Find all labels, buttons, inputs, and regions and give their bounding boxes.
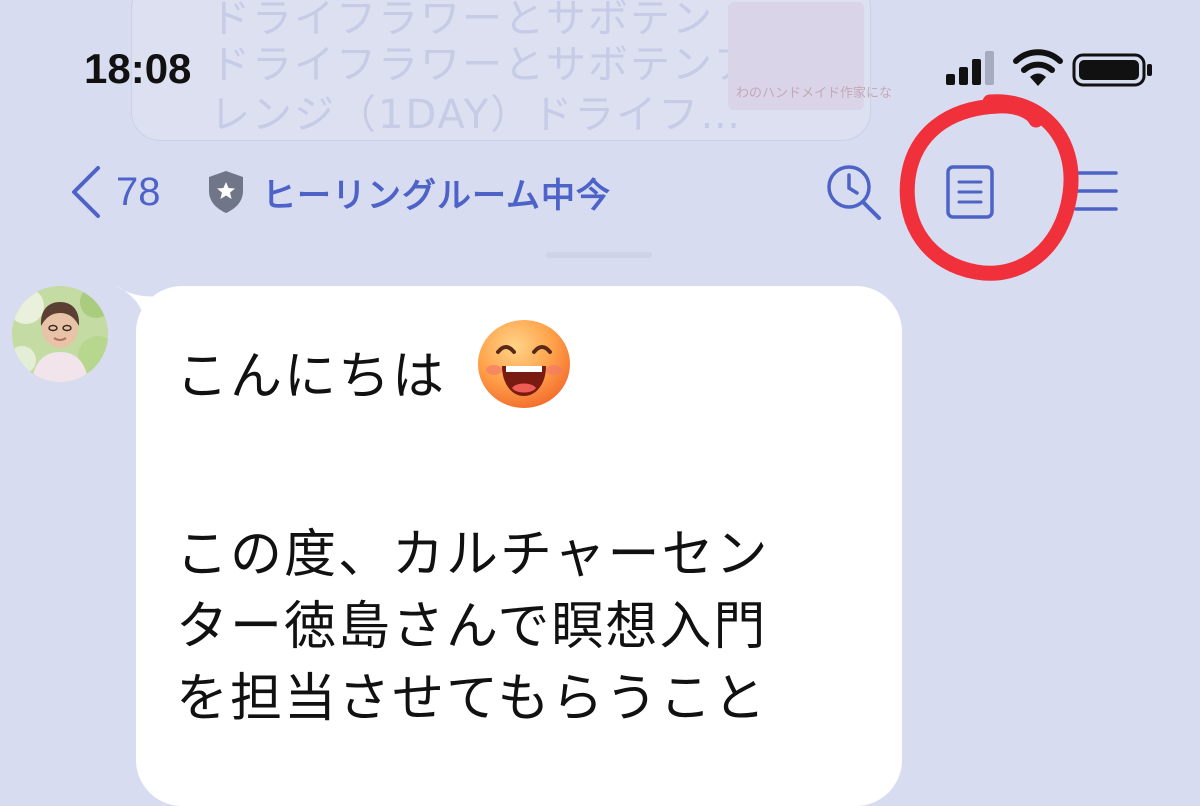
notification-body-line2: レンジ（1DAY）ドライフ… bbox=[210, 92, 743, 138]
person-portrait bbox=[12, 286, 108, 382]
grinning-face-emoji bbox=[478, 320, 570, 408]
message-line-1: こんにちは bbox=[176, 347, 447, 407]
message-line-4: ター徳島さんで瞑想入門 bbox=[176, 597, 768, 657]
notification-thumbnail-caption: わのハンドメイド作家にな bbox=[736, 86, 893, 101]
chat-title-area[interactable]: ヒーリングルーム中今 bbox=[206, 162, 611, 222]
message-line-5: を担当させてもらうこと bbox=[176, 669, 768, 729]
search-history-icon[interactable] bbox=[824, 162, 884, 222]
menu-icon[interactable] bbox=[1074, 168, 1118, 214]
message-line-3: この度、カルチャーセン bbox=[176, 525, 770, 585]
chat-title: ヒーリングルーム中今 bbox=[262, 175, 611, 216]
avatar[interactable] bbox=[12, 286, 108, 382]
official-shield-star-icon bbox=[209, 171, 243, 213]
notes-icon[interactable] bbox=[944, 164, 996, 220]
wifi-icon bbox=[1013, 49, 1063, 86]
back-button[interactable]: 78 bbox=[68, 160, 161, 224]
back-chevron-icon bbox=[72, 166, 100, 218]
unread-count: 78 bbox=[116, 169, 161, 214]
status-time: 18:08 bbox=[84, 45, 192, 92]
cellular-signal-icon bbox=[946, 51, 994, 85]
scroll-divider bbox=[546, 252, 652, 258]
battery-icon bbox=[1072, 53, 1152, 87]
